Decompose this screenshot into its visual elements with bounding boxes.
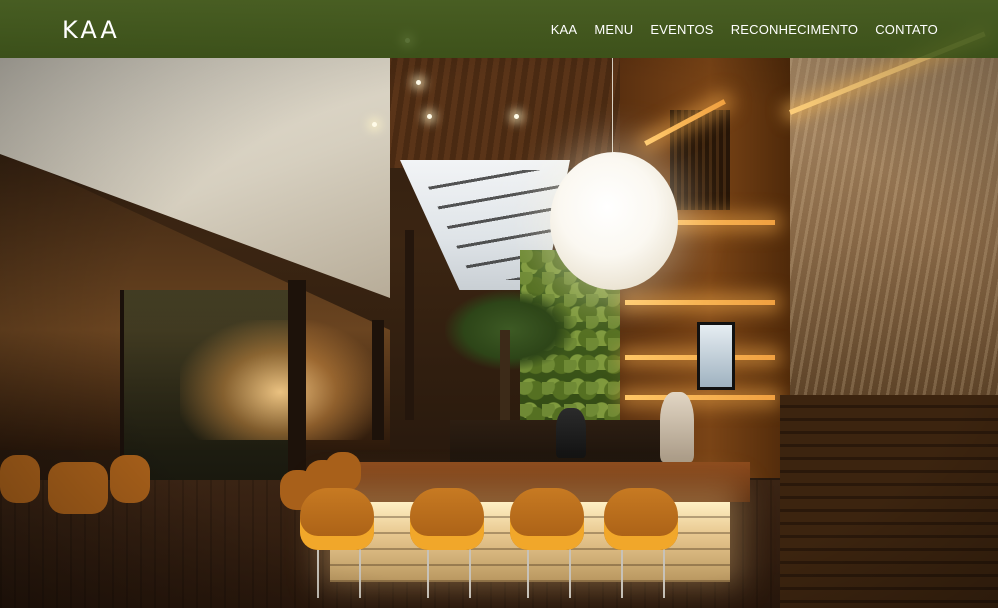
site-header: KAA KAA MENU EVENTOS RECONHECIMENTO CONT…: [0, 0, 998, 58]
nav-item-eventos[interactable]: EVENTOS: [650, 22, 713, 37]
nav-item-reconhecimento[interactable]: RECONHECIMENTO: [731, 22, 859, 37]
nav-item-menu[interactable]: MENU: [594, 22, 633, 37]
main-nav: KAA MENU EVENTOS RECONHECIMENTO CONTATO: [551, 0, 938, 58]
nav-item-kaa[interactable]: KAA: [551, 22, 578, 37]
nav-item-contato[interactable]: CONTATO: [875, 22, 938, 37]
hero-photo: [0, 0, 998, 608]
site-logo[interactable]: KAA: [62, 16, 120, 44]
photo-vignette: [0, 0, 998, 608]
page: KAA KAA MENU EVENTOS RECONHECIMENTO CONT…: [0, 0, 998, 608]
